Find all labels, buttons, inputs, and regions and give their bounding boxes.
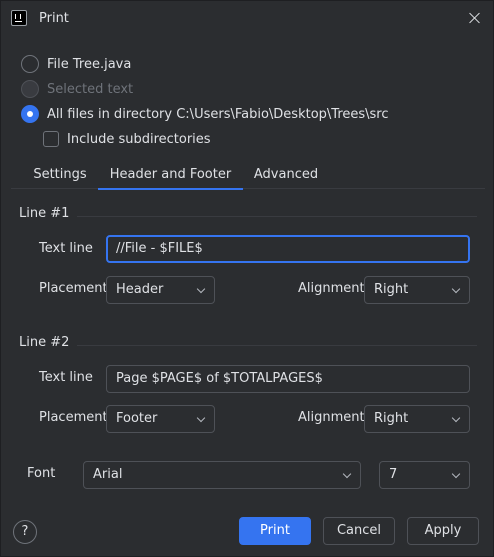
print-button[interactable]: Print [239, 517, 311, 545]
radio-button [21, 80, 39, 98]
chevron-down-icon [342, 469, 352, 479]
scope-option-all-files[interactable]: All files in directory C:\Users\Fabio\De… [21, 104, 389, 124]
title-bar: Print [1, 1, 494, 37]
line1-text-line-label: Text line [39, 241, 93, 256]
include-subdirectories-checkbox[interactable]: Include subdirectories [43, 129, 211, 149]
line1-alignment-value: Right [374, 282, 409, 297]
apply-button[interactable]: Apply [407, 517, 479, 545]
line1-placement-select[interactable]: Header [106, 276, 215, 304]
line2-title: Line #2 [19, 335, 70, 350]
radio-button[interactable] [21, 55, 39, 73]
print-dialog: Print File Tree.java Selected text All f… [0, 0, 494, 557]
cancel-button[interactable]: Cancel [323, 517, 395, 545]
chevron-down-icon [196, 413, 206, 423]
line1-alignment-label: Alignment [298, 281, 365, 296]
chevron-down-icon [196, 284, 206, 294]
line2-alignment-label: Alignment [298, 410, 365, 425]
line2-text-line-input[interactable]: Page $PAGE$ of $TOTALPAGES$ [106, 365, 470, 393]
close-icon[interactable] [467, 10, 483, 26]
font-label: Font [27, 466, 56, 481]
chevron-down-icon [451, 413, 461, 423]
line1-alignment-select[interactable]: Right [364, 276, 470, 304]
font-family-select[interactable]: Arial [83, 461, 361, 489]
radio-button[interactable] [21, 105, 39, 123]
line1-placement-label: Placement [39, 281, 108, 296]
line2-alignment-select[interactable]: Right [364, 405, 470, 433]
window-title: Print [39, 11, 69, 26]
intellij-icon [11, 10, 27, 26]
line1-title: Line #1 [19, 206, 70, 221]
line2-placement-value: Footer [116, 411, 158, 426]
chevron-down-icon [451, 284, 461, 294]
line2-divider [77, 345, 477, 346]
checkbox[interactable] [43, 131, 59, 147]
scope-option-label: All files in directory C:\Users\Fabio\De… [47, 106, 389, 122]
line1-text-line-input[interactable]: //File - $FILE$ [106, 235, 470, 263]
tab-advanced[interactable]: Advanced [247, 161, 325, 189]
line2-alignment-value: Right [374, 411, 409, 426]
font-size-select[interactable]: 7 [379, 461, 470, 489]
line1-divider [77, 216, 477, 217]
line1-placement-value: Header [116, 282, 164, 297]
tab-bar: Settings Header and Footer Advanced [11, 161, 485, 190]
include-subdirectories-label: Include subdirectories [67, 131, 211, 147]
tab-header-and-footer[interactable]: Header and Footer [98, 161, 243, 190]
scope-option-label: File Tree.java [47, 56, 132, 72]
line2-placement-label: Placement [39, 410, 108, 425]
help-button[interactable]: ? [13, 520, 37, 544]
font-size-value: 7 [389, 467, 398, 482]
font-family-value: Arial [93, 467, 123, 482]
tab-settings[interactable]: Settings [23, 161, 97, 189]
scope-option-label: Selected text [47, 81, 134, 97]
scope-option-selected-text: Selected text [21, 79, 133, 99]
line2-placement-select[interactable]: Footer [106, 405, 215, 433]
line2-text-line-label: Text line [39, 370, 93, 385]
scope-option-current-file[interactable]: File Tree.java [21, 54, 131, 74]
chevron-down-icon [451, 469, 461, 479]
